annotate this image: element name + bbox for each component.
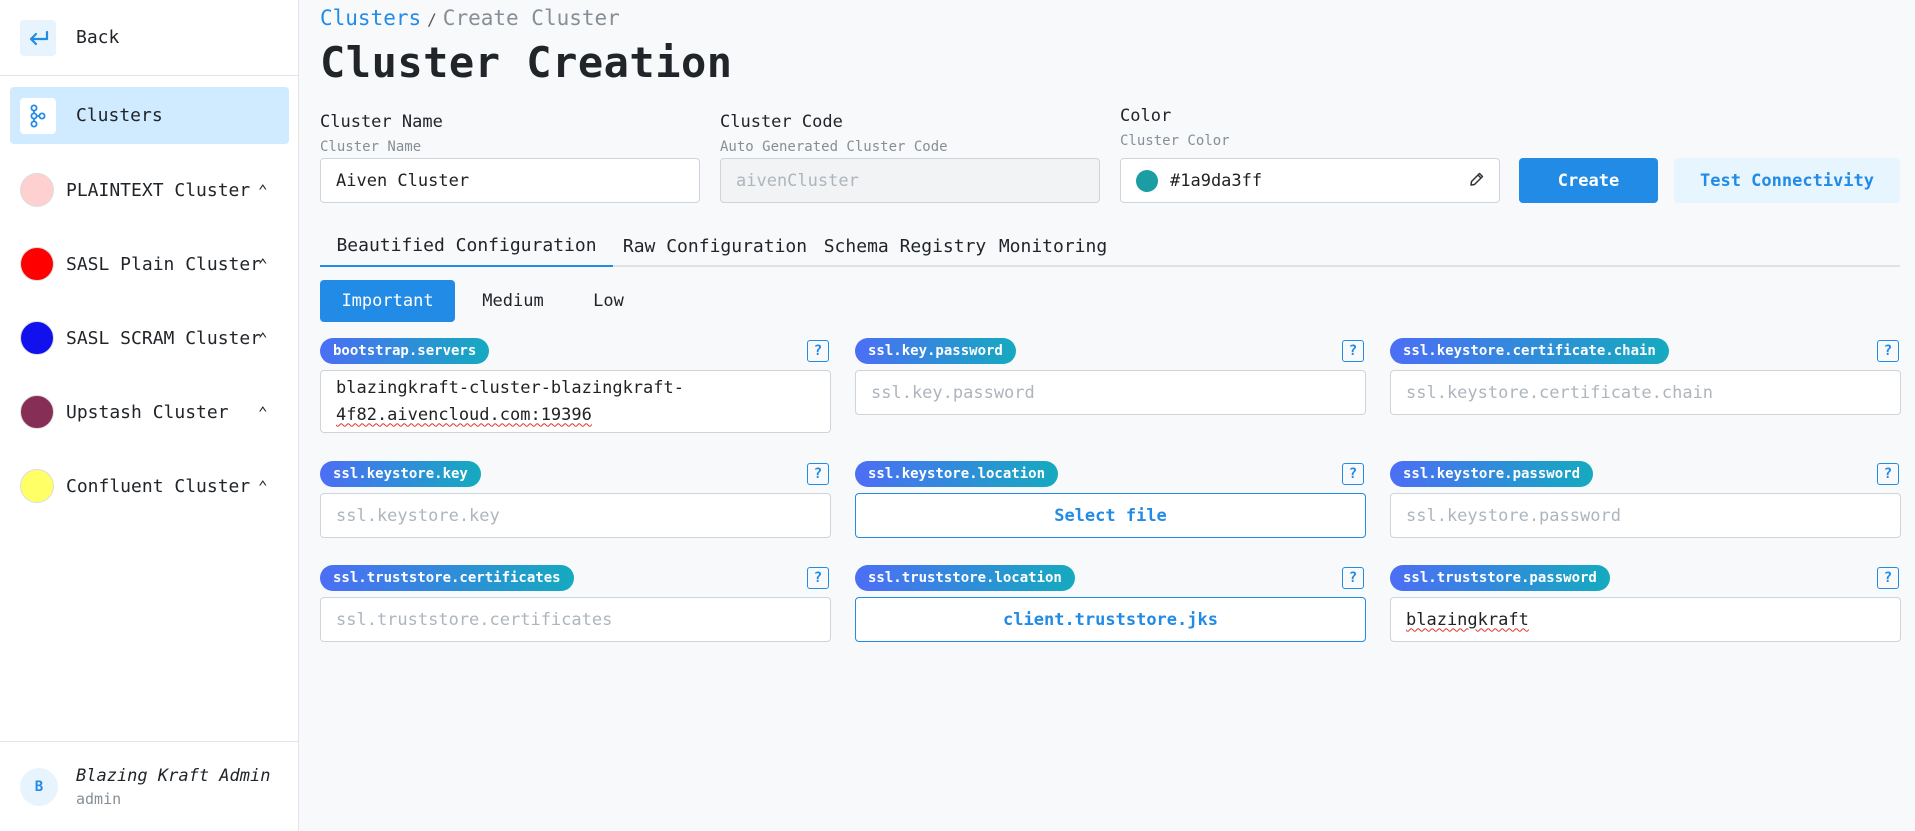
back-button[interactable]: Back <box>0 0 298 76</box>
priority-important[interactable]: Important <box>320 280 455 322</box>
config-key-badge: ssl.truststore.location <box>855 565 1075 591</box>
ssl-key-password-input[interactable]: ssl.key.password <box>855 370 1366 415</box>
cluster-label: Confluent Cluster <box>66 475 251 497</box>
help-icon[interactable]: ? <box>1342 567 1364 589</box>
sidebar-item-label: Clusters <box>76 105 163 126</box>
cluster-label: Upstash Cluster <box>66 401 229 423</box>
cluster-label: SASL SCRAM Cluster <box>66 327 262 349</box>
chevron-up-icon[interactable]: ⌃ <box>258 181 268 200</box>
ssl-keystore-certificate-chain-input[interactable]: ssl.keystore.certificate.chain <box>1390 370 1901 415</box>
config-key-badge: ssl.truststore.certificates <box>320 565 574 591</box>
eyedropper-icon[interactable] <box>1469 171 1485 192</box>
tab-schema-registry[interactable]: Schema Registry <box>817 226 993 267</box>
help-icon[interactable]: ? <box>807 340 829 362</box>
help-icon[interactable]: ? <box>1877 340 1899 362</box>
breadcrumb-current: Create Cluster <box>442 6 620 30</box>
input-placeholder: ssl.key.password <box>871 382 1035 403</box>
user-role: admin <box>76 789 122 808</box>
cluster-code-input: aivenCluster <box>720 158 1100 203</box>
config-key-badge: ssl.keystore.location <box>855 461 1059 487</box>
ssl-keystore-key-input[interactable]: ssl.keystore.key <box>320 493 831 538</box>
breadcrumb-separator: / <box>427 10 437 29</box>
back-arrow-icon <box>20 19 56 56</box>
cluster-name-description: Cluster Name <box>320 139 422 155</box>
sidebar: Back Clusters PLAINTEXT Cluster ⌃ SASL P… <box>0 0 299 831</box>
help-icon[interactable]: ? <box>1342 340 1364 362</box>
input-placeholder: ssl.keystore.certificate.chain <box>1406 382 1714 403</box>
config-key-badge: ssl.keystore.password <box>1390 461 1594 487</box>
sidebar-cluster-sasl-plain[interactable]: SASL Plain Cluster ⌃ <box>0 234 298 294</box>
cluster-name-value: Aiven Cluster <box>336 170 470 191</box>
sidebar-cluster-upstash[interactable]: Upstash Cluster ⌃ <box>0 382 298 442</box>
bootstrap-servers-line2: 4f82.aivencloud.com:19396 <box>336 404 592 425</box>
input-placeholder: ssl.keystore.password <box>1406 505 1621 526</box>
ssl-keystore-location-select-file-button[interactable]: Select file <box>855 493 1366 538</box>
color-description: Cluster Color <box>1120 133 1230 149</box>
cluster-code-label: Cluster Code <box>720 112 843 132</box>
create-button[interactable]: Create <box>1519 158 1658 203</box>
cluster-label: SASL Plain Cluster <box>66 253 262 275</box>
help-icon[interactable]: ? <box>1877 567 1899 589</box>
cluster-color-dot <box>20 173 54 207</box>
cluster-code-description: Auto Generated Cluster Code <box>720 139 948 155</box>
input-placeholder: ssl.truststore.certificates <box>336 609 613 630</box>
cluster-name-label: Cluster Name <box>320 112 443 132</box>
chevron-up-icon[interactable]: ⌃ <box>258 477 268 496</box>
tab-beautified-configuration[interactable]: Beautified Configuration <box>320 226 613 267</box>
cluster-color-dot <box>20 321 54 355</box>
config-key-badge: ssl.keystore.key <box>320 461 481 487</box>
sidebar-cluster-confluent[interactable]: Confluent Cluster ⌃ <box>0 456 298 516</box>
cluster-name-input[interactable]: Aiven Cluster <box>320 158 700 203</box>
config-key-badge: ssl.truststore.password <box>1390 565 1610 591</box>
config-key-badge: bootstrap.servers <box>320 338 490 364</box>
chevron-up-icon[interactable]: ⌃ <box>258 255 268 274</box>
avatar: B <box>20 767 58 806</box>
input-placeholder: ssl.keystore.key <box>336 505 500 526</box>
cluster-code-placeholder: aivenCluster <box>736 170 859 191</box>
config-key-badge: ssl.key.password <box>855 338 1016 364</box>
ssl-truststore-password-input[interactable]: blazingkraft <box>1390 597 1901 642</box>
cluster-color-dot <box>20 469 54 503</box>
color-label: Color <box>1120 106 1172 126</box>
chevron-up-icon[interactable]: ⌃ <box>258 403 268 422</box>
priority-medium[interactable]: Medium <box>467 280 559 322</box>
color-input[interactable]: #1a9da3ff <box>1120 158 1500 203</box>
config-key-badge: ssl.keystore.certificate.chain <box>1390 338 1669 364</box>
input-value: blazingkraft <box>1406 609 1529 630</box>
bootstrap-servers-line1: blazingkraft-cluster-blazingkraft- <box>336 377 684 398</box>
config-tabs: Beautified Configuration Raw Configurati… <box>320 226 1900 267</box>
tab-raw-configuration[interactable]: Raw Configuration <box>613 226 817 267</box>
ssl-keystore-password-input[interactable]: ssl.keystore.password <box>1390 493 1901 538</box>
chevron-up-icon[interactable]: ⌃ <box>258 329 268 348</box>
test-connectivity-button[interactable]: Test Connectivity <box>1674 158 1900 203</box>
user-menu[interactable]: B Blazing Kraft Admin admin <box>0 741 298 831</box>
clusters-icon <box>20 97 56 134</box>
page-title: Cluster Creation <box>320 38 733 87</box>
sidebar-cluster-plaintext[interactable]: PLAINTEXT Cluster ⌃ <box>0 160 298 220</box>
cluster-color-dot <box>20 247 54 281</box>
help-icon[interactable]: ? <box>807 567 829 589</box>
color-value: #1a9da3ff <box>1170 170 1263 191</box>
color-swatch <box>1136 169 1158 192</box>
bootstrap-servers-input[interactable]: blazingkraft-cluster-blazingkraft- 4f82.… <box>320 370 831 433</box>
breadcrumb-clusters-link[interactable]: Clusters <box>320 6 421 30</box>
back-label: Back <box>76 27 120 48</box>
breadcrumb: Clusters / Create Cluster <box>320 6 620 30</box>
sidebar-cluster-sasl-scram[interactable]: SASL SCRAM Cluster ⌃ <box>0 308 298 368</box>
ssl-truststore-certificates-input[interactable]: ssl.truststore.certificates <box>320 597 831 642</box>
priority-low[interactable]: Low <box>571 280 646 322</box>
help-icon[interactable]: ? <box>1877 463 1899 485</box>
cluster-label: PLAINTEXT Cluster <box>66 179 251 201</box>
help-icon[interactable]: ? <box>1342 463 1364 485</box>
ssl-truststore-location-file-button[interactable]: client.truststore.jks <box>855 597 1366 642</box>
sidebar-item-clusters[interactable]: Clusters <box>10 87 289 144</box>
help-icon[interactable]: ? <box>807 463 829 485</box>
user-name: Blazing Kraft Admin <box>76 765 271 786</box>
tab-monitoring[interactable]: Monitoring <box>993 226 1113 267</box>
cluster-color-dot <box>20 395 54 429</box>
